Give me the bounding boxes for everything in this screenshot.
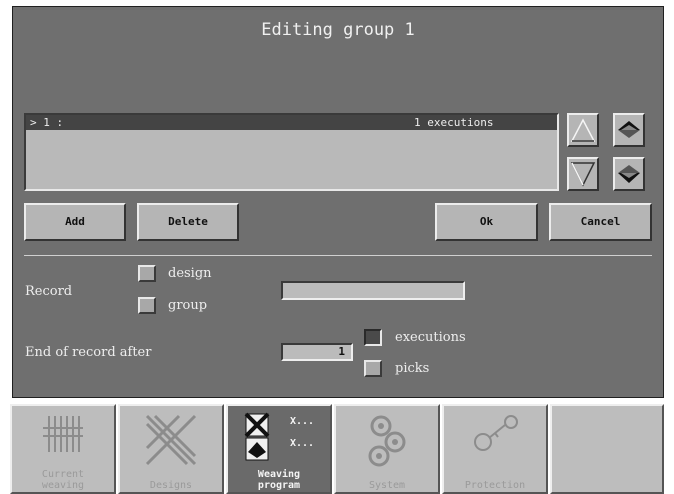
design-option-label: design <box>168 266 212 281</box>
delete-button[interactable]: Delete <box>137 203 239 241</box>
page-down-button[interactable] <box>613 157 645 191</box>
tab-system[interactable]: System <box>334 404 440 494</box>
record-label: Record <box>25 284 73 299</box>
tab-label: Current <box>41 469 85 480</box>
double-chevron-down-icon <box>618 165 640 183</box>
page-up-button[interactable] <box>613 113 645 147</box>
bottom-tab-bar: Current weaving Designs X... X... Weavin… <box>10 404 664 494</box>
dialog-title: Editing group 1 <box>261 20 415 40</box>
ok-button[interactable]: Ok <box>435 203 538 241</box>
gears-icon <box>368 415 406 467</box>
design-checkbox[interactable] <box>138 265 156 282</box>
program-mark-2: X... <box>290 438 315 449</box>
key-lock-icon <box>474 415 518 451</box>
tab-weaving-program[interactable]: X... X... Weaving program <box>226 404 332 494</box>
picks-option-label: picks <box>395 361 430 376</box>
divider <box>24 255 652 256</box>
double-chevron-up-icon <box>618 121 640 138</box>
scroll-up-button[interactable] <box>567 113 599 147</box>
end-of-record-count-field[interactable]: 1 <box>281 343 353 361</box>
tab-label: weaving <box>41 480 85 491</box>
cancel-button[interactable]: Cancel <box>549 203 652 241</box>
loom-threads-icon <box>43 416 83 452</box>
list-item-executions: 1 executions <box>414 116 494 129</box>
executions-option-label: executions <box>395 330 466 345</box>
list-item-marker: > 1 : <box>30 116 64 129</box>
tab-designs[interactable]: Designs <box>118 404 224 494</box>
end-of-record-label: End of record after <box>25 345 152 360</box>
tab-label: program <box>257 480 301 491</box>
program-mark-1: X... <box>290 416 315 427</box>
tab-label: System <box>368 480 406 491</box>
record-name-field[interactable] <box>281 281 465 300</box>
tab-label: Weaving <box>257 469 301 480</box>
executions-checkbox[interactable] <box>364 329 382 346</box>
scroll-down-button[interactable] <box>567 157 599 191</box>
tab-protection[interactable]: Protection <box>442 404 548 494</box>
tab-empty[interactable] <box>550 404 664 494</box>
picks-checkbox[interactable] <box>364 360 382 377</box>
editing-group-dialog: Editing group 1 > 1 : 1 executions Add D… <box>12 6 664 398</box>
group-list[interactable]: > 1 : 1 executions <box>24 113 559 191</box>
designs-pattern-icon <box>145 414 197 466</box>
tab-label: Designs <box>149 480 193 491</box>
group-option-label: group <box>168 298 208 313</box>
group-checkbox[interactable] <box>138 297 156 314</box>
list-item[interactable]: > 1 : 1 executions <box>26 115 557 130</box>
add-button[interactable]: Add <box>24 203 126 241</box>
tab-current-weaving[interactable]: Current weaving <box>10 404 116 494</box>
triangle-down-outline-icon <box>570 162 596 187</box>
tab-label: Protection <box>464 480 526 491</box>
triangle-up-outline-icon <box>570 118 596 142</box>
